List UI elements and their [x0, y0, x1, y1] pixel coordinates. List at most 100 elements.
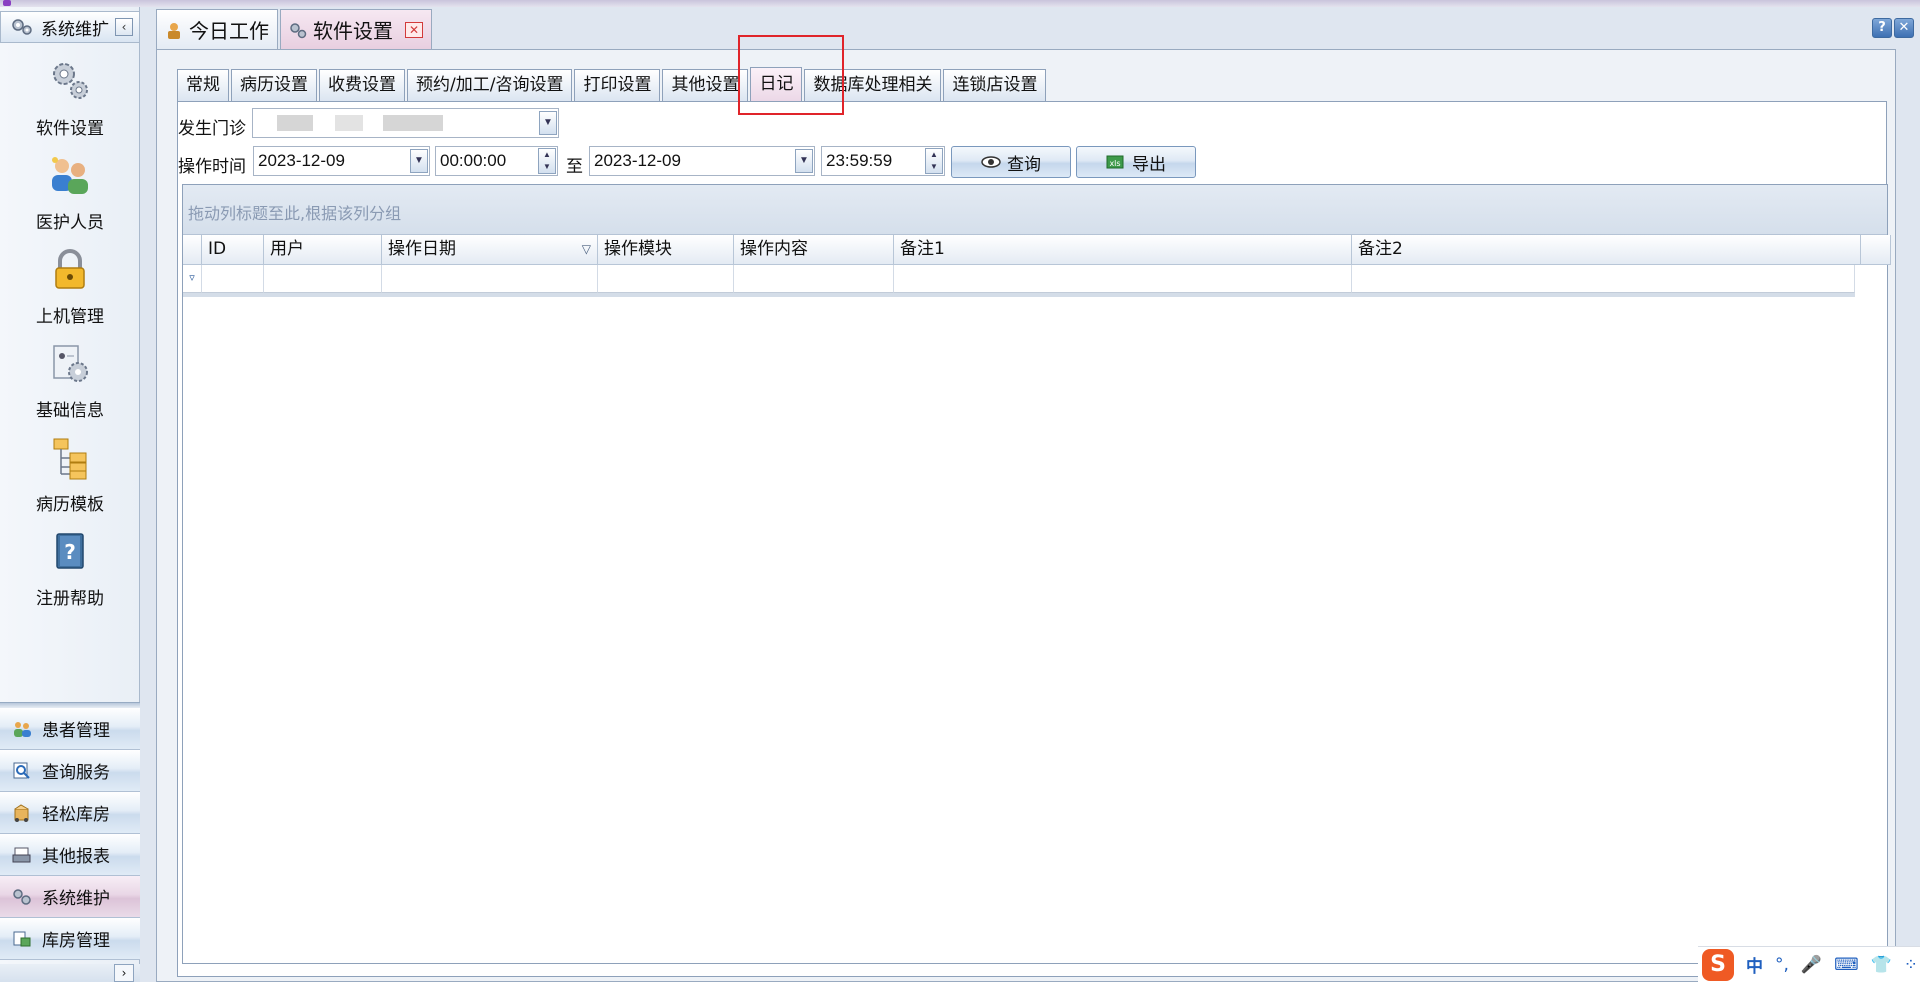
tab-appointment-settings[interactable]: 预约/加工/咨询设置 — [407, 69, 573, 101]
chevron-down-icon[interactable]: ▼ — [795, 149, 813, 173]
start-date-value: 2023-12-09 — [258, 151, 345, 170]
nav-module-label: 查询服务 — [42, 763, 110, 783]
end-time-value: 23:59:59 — [826, 151, 893, 170]
template-tree-icon — [48, 436, 92, 480]
col-header-remark1[interactable]: 备注1 — [894, 235, 1352, 265]
export-button[interactable]: xls 导出 — [1076, 146, 1196, 178]
svg-text:?: ? — [64, 540, 76, 564]
chevron-down-icon[interactable]: ▼ — [539, 111, 557, 135]
nav-header: 系统维扩 ‹ — [0, 11, 140, 43]
tab-chain-store[interactable]: 连锁店设置 — [943, 69, 1047, 101]
sort-icon[interactable]: ▽ — [582, 235, 591, 264]
tab-other-settings[interactable]: 其他设置 — [662, 69, 749, 101]
col-header-remark2[interactable]: 备注2 — [1352, 235, 1861, 265]
nav-module-label: 轻松库房 — [42, 805, 110, 825]
filter-icon[interactable]: ▿ — [183, 265, 202, 293]
worker-icon — [165, 21, 183, 39]
nav-module-label: 库房管理 — [42, 931, 110, 951]
nav-header-title: 系统维扩 — [41, 19, 109, 40]
query-button[interactable]: 查询 — [951, 146, 1071, 178]
operation-time-label: 操作时间 — [178, 157, 246, 177]
start-time-input[interactable]: 00:00:00 ▲ ▼ — [435, 146, 558, 176]
collapse-nav-button[interactable]: ‹ — [115, 18, 133, 36]
nav-module-buttons: 患者管理 查询服务 轻松库房 其他报表 系统维护 库房管理 — [0, 702, 140, 960]
tab-database[interactable]: 数据库处理相关 — [804, 69, 942, 101]
col-header-id[interactable]: ID — [202, 235, 264, 265]
clinic-select[interactable]: ▼ — [252, 108, 559, 138]
nav-item-basic-info[interactable]: 基础信息 — [0, 331, 140, 425]
window-buttons: ? ✕ — [1870, 18, 1914, 38]
end-date-input[interactable]: 2023-12-09 ▼ — [589, 146, 815, 176]
settings-tabs: 常规 病历设置 收费设置 预约/加工/咨询设置 打印设置 其他设置 日记 数据库… — [177, 67, 1048, 101]
report-icon — [12, 846, 32, 864]
col-header-content[interactable]: 操作内容 — [734, 235, 894, 265]
end-time-input[interactable]: 23:59:59 ▲ ▼ — [821, 146, 945, 176]
nav-item-record-template[interactable]: 病历模板 — [0, 425, 140, 519]
chevron-down-icon[interactable]: ▼ — [410, 149, 428, 173]
close-tab-button[interactable]: ✕ — [405, 21, 423, 38]
group-by-panel[interactable]: 拖动列标题至此,根据该列分组 — [183, 185, 1887, 235]
nav-module-label: 系统维护 — [42, 889, 110, 909]
nav-module-system-maintenance[interactable]: 系统维护 — [0, 876, 140, 918]
tab-record-settings[interactable]: 病历设置 — [231, 69, 317, 101]
time-spinner-icon[interactable]: ▲ ▼ — [538, 148, 556, 174]
grid-header: ID 用户 操作日期 ▽ 操作模块 操作内容 备注1 备注2 — [183, 235, 1891, 265]
filter-cell-content[interactable] — [734, 265, 894, 293]
skin-icon[interactable]: 👕 — [1871, 955, 1892, 975]
col-header-user[interactable]: 用户 — [264, 235, 382, 265]
redacted-text — [277, 115, 313, 131]
nav-item-label: 注册帮助 — [36, 589, 104, 609]
start-date-input[interactable]: 2023-12-09 ▼ — [253, 146, 430, 176]
inventory-icon — [12, 930, 32, 948]
close-window-button[interactable]: ✕ — [1894, 18, 1914, 38]
lock-icon — [48, 248, 92, 292]
eye-icon — [981, 154, 1001, 170]
keyboard-icon[interactable]: ⌨ — [1834, 955, 1859, 975]
doc-tab-label: 软件设置 — [313, 19, 393, 43]
row-indicator-header — [183, 235, 202, 265]
mic-icon[interactable]: 🎤 — [1801, 955, 1822, 975]
gears-icon — [48, 60, 92, 104]
grid-filter-row: ▿ — [183, 265, 1855, 293]
tab-print-settings[interactable]: 打印设置 — [574, 69, 661, 101]
help-button[interactable]: ? — [1872, 18, 1892, 38]
redacted-text — [383, 115, 443, 131]
nav-item-medical-staff[interactable]: 医护人员 — [0, 143, 140, 237]
ime-logo-icon[interactable]: S — [1702, 948, 1734, 981]
nav-module-reports[interactable]: 其他报表 — [0, 834, 140, 876]
document-tabs: 今日工作 软件设置 ✕ — [156, 9, 434, 49]
nav-module-label: 其他报表 — [42, 847, 110, 867]
col-header-label: 操作日期 — [388, 239, 456, 259]
ime-language-toggle[interactable]: 中 — [1746, 952, 1763, 977]
filter-cell-date[interactable] — [382, 265, 598, 293]
end-date-value: 2023-12-09 — [594, 151, 681, 170]
filter-cell-module[interactable] — [598, 265, 734, 293]
time-spinner-icon[interactable]: ▲ ▼ — [925, 148, 943, 174]
col-header-operation-date[interactable]: 操作日期 ▽ — [382, 235, 598, 265]
nav-module-patients[interactable]: 患者管理 — [0, 708, 140, 750]
nav-item-registration-help[interactable]: ? 注册帮助 — [0, 519, 140, 613]
export-button-label: 导出 — [1132, 154, 1166, 175]
doc-tab-software-settings[interactable]: 软件设置 ✕ — [280, 9, 432, 49]
filter-cell-remark2[interactable] — [1352, 265, 1855, 293]
nav-item-label: 医护人员 — [36, 213, 104, 233]
tab-log[interactable]: 日记 — [750, 67, 803, 101]
expand-nav-button[interactable]: › — [114, 964, 134, 982]
tab-fee-settings[interactable]: 收费设置 — [319, 69, 405, 101]
doc-tab-today-work[interactable]: 今日工作 — [156, 9, 278, 49]
nav-module-inventory[interactable]: 库房管理 — [0, 918, 140, 960]
col-header-module[interactable]: 操作模块 — [598, 235, 734, 265]
nav-item-computer-management[interactable]: 上机管理 — [0, 237, 140, 331]
filter-cell-user[interactable] — [264, 265, 382, 293]
filter-cell-id[interactable] — [202, 265, 264, 293]
filter-cell-remark1[interactable] — [894, 265, 1352, 293]
nav-module-query[interactable]: 查询服务 — [0, 750, 140, 792]
to-label: 至 — [566, 157, 583, 177]
nav-module-warehouse[interactable]: 轻松库房 — [0, 792, 140, 834]
nav-item-software-settings[interactable]: 软件设置 — [0, 49, 140, 143]
ime-menu-icon[interactable]: ⁘ — [1904, 955, 1918, 975]
col-header-spacer — [1861, 235, 1891, 265]
info-settings-icon — [48, 342, 92, 386]
tab-general[interactable]: 常规 — [177, 69, 229, 101]
ime-punctuation-toggle[interactable]: °, — [1775, 955, 1789, 975]
